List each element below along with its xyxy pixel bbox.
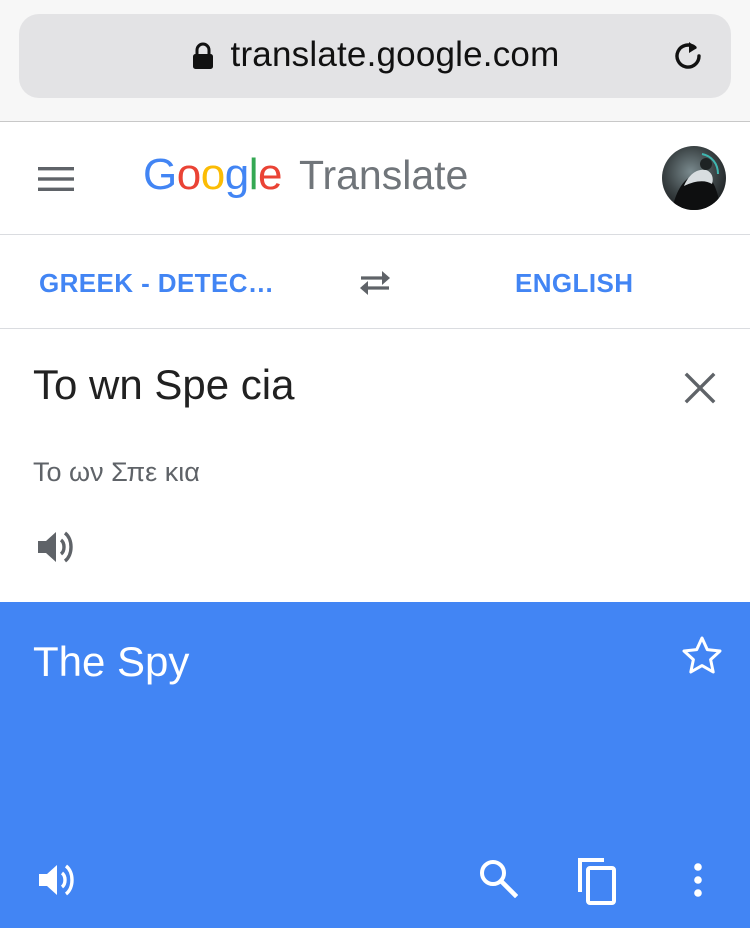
browser-address-bar: translate.google.com — [0, 0, 750, 122]
url-text: translate.google.com — [230, 35, 560, 74]
url-field[interactable]: translate.google.com — [19, 14, 731, 98]
copy-icon[interactable] — [574, 856, 618, 906]
source-text[interactable]: To wn Spe cia — [33, 361, 294, 409]
translated-text: The Spy — [33, 638, 190, 685]
language-bar: GREEK - DETEC… ENGLISH — [0, 235, 750, 329]
transliteration-text: Το ων Σπε κια — [33, 457, 200, 487]
app-header: Google Translate — [0, 122, 750, 235]
source-input-area[interactable]: To wn Spe cia Το ων Σπε κια — [0, 329, 750, 602]
brand-letter: g — [224, 150, 249, 199]
google-wordmark: Google — [143, 150, 282, 200]
more-vert-icon[interactable] — [684, 860, 712, 900]
brand-logo[interactable]: Google Translate — [143, 150, 468, 200]
brand-letter: o — [200, 150, 225, 199]
lock-icon — [192, 42, 213, 69]
speaker-icon[interactable] — [37, 860, 79, 900]
translation-output-card: The Spy — [0, 602, 750, 928]
search-icon[interactable] — [478, 858, 518, 898]
brand-letter: l — [248, 150, 259, 199]
reload-icon[interactable] — [669, 37, 707, 75]
brand-letter: o — [176, 150, 201, 199]
brand-letter: e — [257, 150, 282, 199]
account-avatar[interactable] — [662, 146, 726, 210]
hamburger-menu-icon[interactable] — [36, 164, 76, 194]
swap-languages-icon[interactable] — [355, 267, 395, 299]
url-content: translate.google.com — [19, 14, 731, 98]
speaker-icon[interactable] — [36, 527, 78, 567]
star-icon[interactable] — [681, 635, 723, 675]
product-name: Translate — [298, 152, 469, 198]
close-icon[interactable] — [684, 372, 716, 404]
source-language-button[interactable]: GREEK - DETEC… — [39, 268, 274, 299]
brand-letter: G — [143, 150, 177, 199]
target-language-button[interactable]: ENGLISH — [515, 268, 633, 299]
